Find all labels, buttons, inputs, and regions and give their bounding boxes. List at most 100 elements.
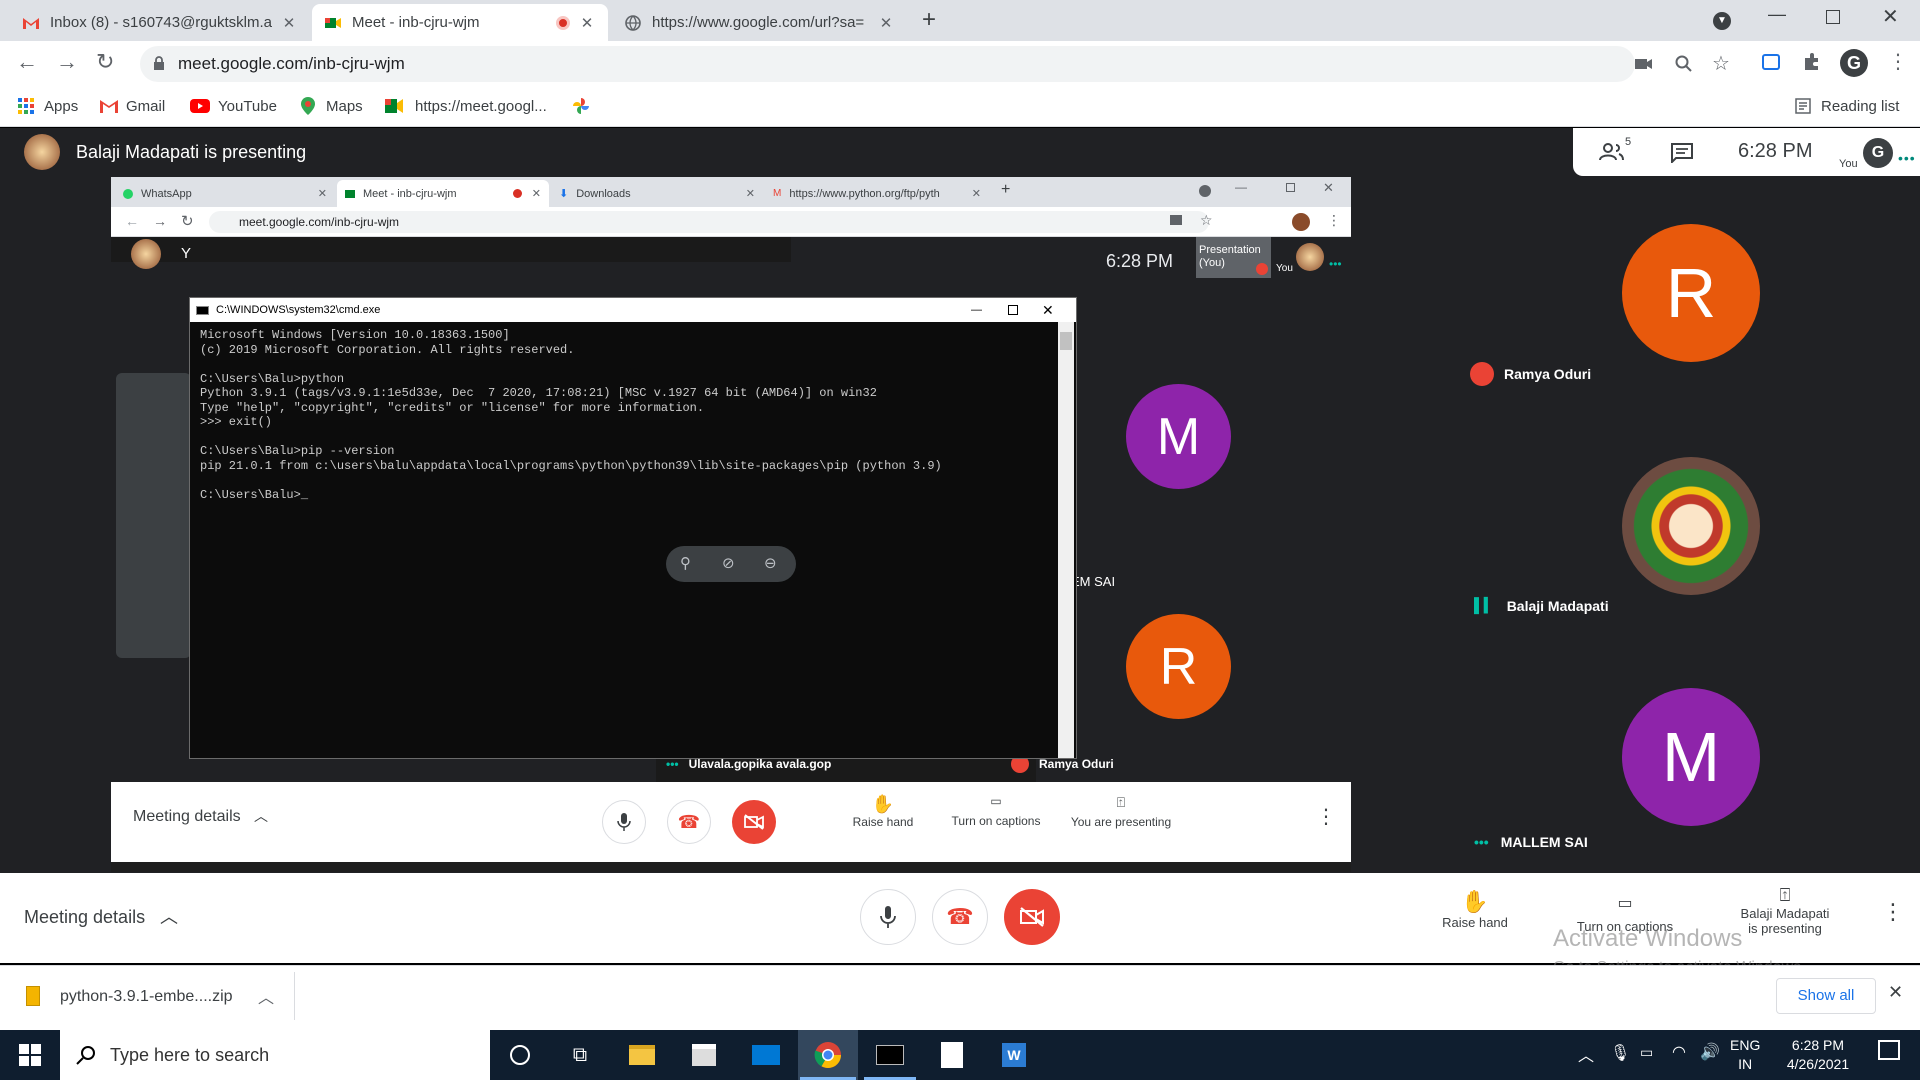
inner-end-call-button: ☎	[667, 800, 711, 844]
bookmark-photos[interactable]	[572, 87, 590, 125]
mic-button[interactable]	[860, 889, 916, 945]
tray-chevron-icon[interactable]: ︿	[1578, 1042, 1594, 1066]
volume-icon[interactable]: 🔊	[1700, 1042, 1720, 1062]
cmd-titlebar: C:\WINDOWS\system32\cmd.exe — ✕	[190, 298, 1076, 322]
close-tab-icon[interactable]: ✕	[877, 14, 895, 32]
inner-tile-avatar: R	[1126, 614, 1231, 719]
end-call-button[interactable]: ☎	[932, 889, 988, 945]
windows-taskbar: Type here to search ⧉ W ︿ 🎙 ▭ ◠ 🔊 ENG IN …	[0, 1030, 1920, 1080]
tab-search-icon[interactable]: ▼	[1713, 12, 1731, 30]
cmd-line: (c) 2019 Microsoft Corporation. All righ…	[200, 342, 575, 357]
url-field[interactable]: meet.google.com/inb-cjru-wjm ☆	[140, 46, 1730, 82]
back-icon[interactable]: ←	[16, 49, 38, 75]
cmd-line: Type "help", "copyright", "credits" or "…	[200, 400, 705, 415]
camera-blocked-icon[interactable]	[1635, 57, 1653, 71]
document-button[interactable]	[922, 1030, 982, 1080]
close-downloads-icon[interactable]: ✕	[1888, 982, 1903, 1003]
chat-icon[interactable]	[1671, 143, 1693, 163]
present-icon: ⍐	[1116, 794, 1126, 810]
reload-icon[interactable]: ↻	[96, 49, 114, 75]
recording-icon	[556, 15, 570, 30]
tab-gmail[interactable]: Inbox (8) - s160743@rguktsklm.a ✕	[10, 4, 310, 41]
download-menu-icon[interactable]: ︿	[258, 984, 274, 1008]
pin-icon: ⚲	[680, 555, 691, 572]
download-icon: ⬇	[559, 188, 569, 200]
store-button[interactable]	[674, 1030, 734, 1080]
hangup-icon: ☎	[677, 811, 701, 832]
inner-meeting-details: Meeting details	[133, 808, 241, 825]
more-options-icon[interactable]: ⋮	[1882, 899, 1904, 925]
cmd-line: C:\Users\Balu>_	[200, 487, 309, 502]
lock-icon	[154, 56, 164, 70]
chrome-menu-icon[interactable]: ⋮	[1888, 49, 1908, 74]
download-file-name[interactable]: python-3.9.1-embe....zip	[60, 988, 233, 1006]
inner-tab-label: https://www.python.org/ftp/pyth	[789, 187, 940, 200]
inner-camera-button	[732, 800, 776, 844]
extensions-puzzle-icon[interactable]	[1802, 52, 1822, 72]
clock[interactable]: 6:28 PM 4/26/2021	[1768, 1036, 1868, 1074]
bookmark-youtube[interactable]: YouTube	[190, 87, 277, 125]
cmd-line	[200, 357, 1058, 372]
people-icon[interactable]	[1599, 142, 1625, 162]
forward-icon[interactable]: →	[56, 49, 78, 75]
inner-address-bar: ← → ↻ meet.google.com/inb-cjru-wjm ☆ ⋮	[111, 207, 1351, 237]
cmd-line: Microsoft Windows [Version 10.0.18363.15…	[200, 328, 510, 342]
wifi-icon[interactable]: ◠	[1672, 1042, 1686, 1062]
cast-icon[interactable]	[1762, 54, 1780, 70]
task-view-button[interactable]: ⧉	[550, 1030, 610, 1080]
tab-url-title: https://www.google.com/url?sa=	[652, 14, 865, 31]
bookmark-maps[interactable]: Maps	[300, 87, 363, 125]
restore-icon[interactable]	[1826, 10, 1840, 24]
chrome-button[interactable]	[798, 1030, 858, 1080]
camera-button[interactable]	[1004, 889, 1060, 945]
language-indicator[interactable]: ENG IN	[1730, 1036, 1760, 1074]
cmd-taskbar-button[interactable]	[860, 1030, 920, 1080]
tray-mic-icon[interactable]: 🎙	[1610, 1043, 1630, 1063]
profile-avatar[interactable]: G	[1840, 49, 1868, 77]
tab-meet[interactable]: Meet - inb-cjru-wjm ✕	[312, 4, 608, 41]
notifications-icon[interactable]	[1878, 1040, 1900, 1060]
participant-avatar: R	[1622, 224, 1760, 362]
inner-url-field: meet.google.com/inb-cjru-wjm	[209, 211, 1209, 233]
inner-tab-downloads: ⬇ Downloads ✕	[551, 180, 763, 207]
cortana-button[interactable]	[490, 1030, 550, 1080]
cmd-line: C:\Users\Balu>python	[200, 371, 345, 386]
close-tab-icon[interactable]: ✕	[280, 14, 298, 32]
inner-left-tile	[116, 373, 191, 658]
bookmark-gmail[interactable]: Gmail	[100, 87, 165, 125]
inner-menu-icon: ⋮	[1327, 212, 1341, 228]
chevron-up-icon[interactable]: ︿	[160, 903, 178, 929]
self-avatar[interactable]: G	[1863, 138, 1893, 168]
minimize-icon[interactable]: —	[1768, 4, 1786, 25]
battery-icon[interactable]: ▭	[1640, 1044, 1653, 1061]
zoom-icon[interactable]	[1675, 55, 1693, 73]
taskbar-search-box[interactable]: Type here to search	[60, 1030, 490, 1080]
inner-presenter-text: Y	[181, 245, 192, 262]
document-icon	[941, 1042, 963, 1068]
presenter-bar: Balaji Madapati is presenting 5 6:28 PM …	[0, 128, 1920, 176]
presenting-button[interactable]: ⍐ Balaji Madapati is presenting	[1730, 885, 1840, 936]
participant-count: 5	[1625, 136, 1632, 148]
raise-hand-button[interactable]: ✋ Raise hand	[1430, 889, 1520, 930]
close-window-icon[interactable]: ✕	[1882, 4, 1899, 29]
new-tab-button[interactable]: +	[922, 6, 936, 34]
bookmark-meet[interactable]: https://meet.googl...	[385, 87, 547, 125]
close-tab-icon[interactable]: ✕	[578, 14, 596, 32]
mail-button[interactable]	[736, 1030, 796, 1080]
bookmark-star-icon[interactable]: ☆	[1712, 46, 1730, 82]
file-explorer-button[interactable]	[612, 1030, 672, 1080]
meet-icon	[325, 17, 341, 28]
word-button[interactable]: W	[984, 1030, 1044, 1080]
show-all-button[interactable]: Show all	[1776, 978, 1876, 1014]
bookmark-apps[interactable]: Apps	[18, 87, 78, 125]
meet-clock: 6:28 PM	[1738, 140, 1813, 162]
tab-google-url[interactable]: https://www.google.com/url?sa= ✕	[612, 4, 907, 41]
url-text: meet.google.com/inb-cjru-wjm	[178, 54, 405, 73]
start-button[interactable]	[0, 1030, 60, 1080]
meeting-details-button[interactable]: Meeting details	[24, 907, 145, 928]
pinwheel-icon	[573, 98, 589, 114]
inner-tab-python: Mhttps://www.python.org/ftp/pyth ✕	[765, 180, 989, 207]
audio-dots-icon: •••	[1329, 257, 1342, 271]
inner-tab-strip: WhatsApp ✕ Meet - inb-cjru-wjm ✕ ⬇ Download…	[111, 177, 1351, 207]
reading-list[interactable]: Reading list	[1795, 87, 1899, 125]
